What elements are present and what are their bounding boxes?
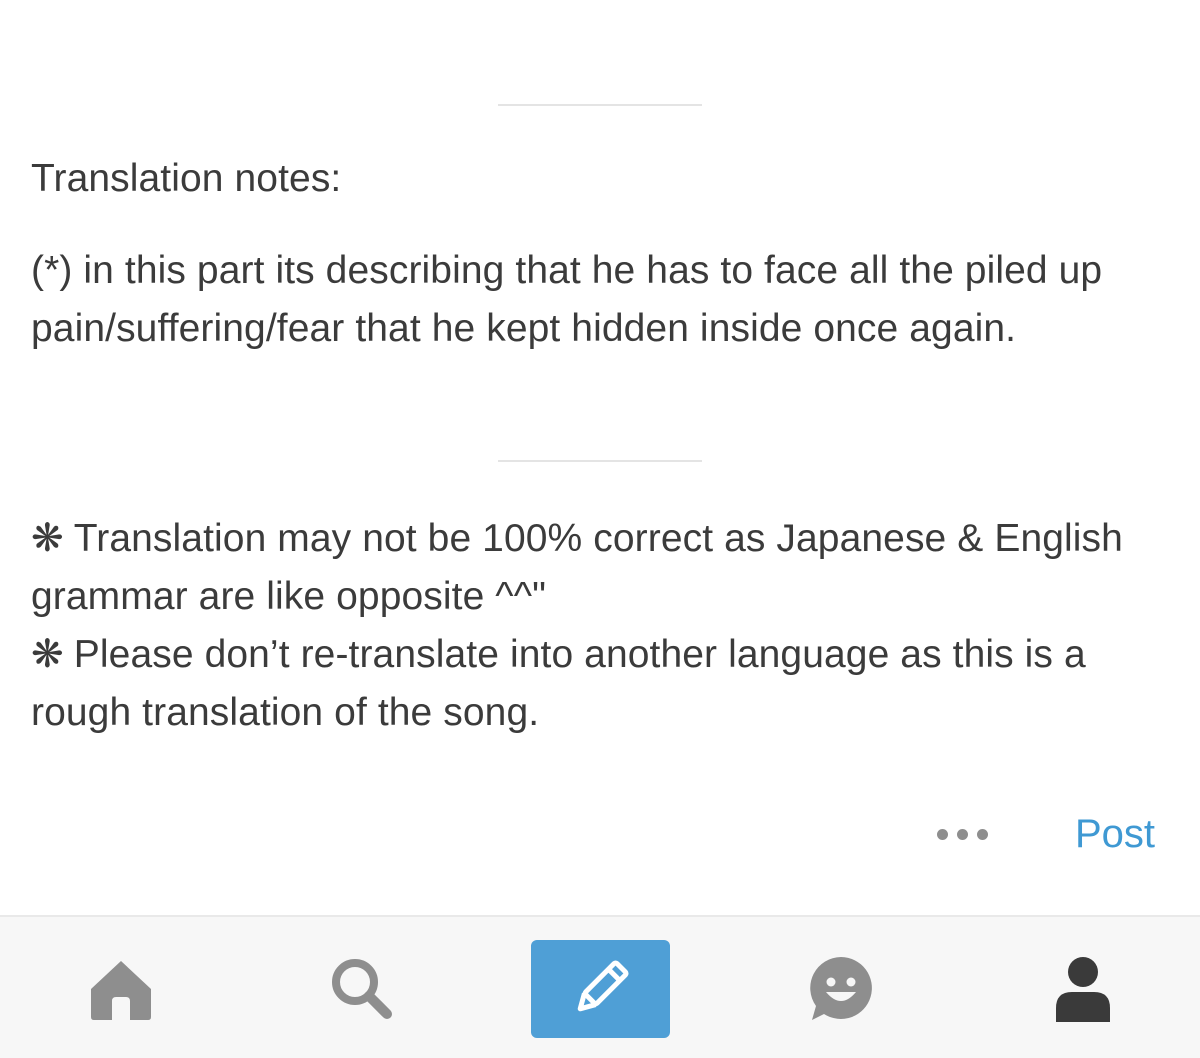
smiley-chat-icon <box>810 957 872 1020</box>
search-icon <box>332 959 392 1019</box>
disclaimer-line-1: ❋ Translation may not be 100% correct as … <box>31 510 1181 626</box>
tab-profile[interactable] <box>1013 939 1153 1039</box>
tab-search[interactable] <box>292 939 432 1039</box>
home-icon <box>91 961 151 1020</box>
disclaimer-block: ❋ Translation may not be 100% correct as … <box>31 510 1181 742</box>
translation-notes-heading: Translation notes: <box>31 157 342 200</box>
tab-compose[interactable] <box>530 939 670 1039</box>
asterisk-icon: ❋ <box>31 633 64 676</box>
section-divider-top <box>498 104 702 106</box>
asterisk-icon: ❋ <box>31 517 64 560</box>
post-button[interactable]: Post <box>1075 812 1155 857</box>
translation-notes-body: (*) in this part its describing that he … <box>31 249 1103 350</box>
more-dots-icon[interactable] <box>936 828 988 840</box>
disclaimer-text-2: Please don’t re-translate into another l… <box>31 633 1086 734</box>
person-icon <box>1056 957 1110 1022</box>
tab-bar <box>0 915 1200 1058</box>
compose-button[interactable] <box>530 940 670 1038</box>
post-actions: Post <box>936 806 1155 862</box>
tab-home[interactable] <box>51 939 191 1039</box>
disclaimer-text-1: Translation may not be 100% correct as J… <box>31 517 1123 618</box>
disclaimer-line-2: ❋ Please don’t re-translate into another … <box>31 626 1181 742</box>
section-divider-middle <box>498 460 702 462</box>
tab-notifications[interactable] <box>771 939 911 1039</box>
pencil-icon <box>577 960 629 1012</box>
